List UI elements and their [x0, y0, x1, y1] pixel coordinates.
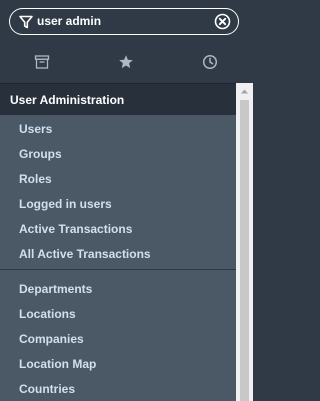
section-header-user-administration[interactable]: User Administration — [0, 83, 253, 115]
module-logged-in-users[interactable]: Logged in users — [19, 197, 112, 211]
tab-history[interactable] — [168, 42, 252, 82]
list-divider — [0, 269, 236, 270]
scroll-up-arrow-icon[interactable] — [236, 83, 253, 100]
module-list: Users Groups Roles Logged in users Activ… — [0, 115, 236, 401]
module-groups[interactable]: Groups — [19, 147, 62, 161]
clear-filter-icon[interactable] — [214, 13, 231, 30]
filter-input[interactable]: user admin — [9, 8, 239, 35]
module-departments[interactable]: Departments — [19, 282, 92, 296]
navigator-tabs — [0, 42, 253, 82]
tab-all-applications[interactable] — [0, 42, 84, 82]
section-title: User Administration — [10, 93, 125, 107]
module-all-active-transactions[interactable]: All Active Transactions — [19, 247, 151, 261]
module-location-map[interactable]: Location Map — [19, 357, 96, 371]
vertical-scrollbar[interactable] — [236, 83, 253, 401]
archive-box-icon — [34, 55, 50, 69]
filter-value[interactable]: user admin — [37, 14, 101, 29]
star-icon — [119, 55, 133, 69]
module-locations[interactable]: Locations — [19, 307, 76, 321]
tab-favorites[interactable] — [84, 42, 168, 82]
module-countries[interactable]: Countries — [19, 382, 75, 396]
module-companies[interactable]: Companies — [19, 332, 84, 346]
module-users[interactable]: Users — [19, 122, 52, 136]
module-active-transactions[interactable]: Active Transactions — [19, 222, 132, 236]
navigator-panel: user admin User Administration Users Gro… — [0, 0, 253, 401]
filter-icon — [19, 15, 33, 29]
module-roles[interactable]: Roles — [19, 172, 52, 186]
clock-icon — [202, 54, 218, 70]
scrollbar-thumb[interactable] — [240, 100, 249, 401]
